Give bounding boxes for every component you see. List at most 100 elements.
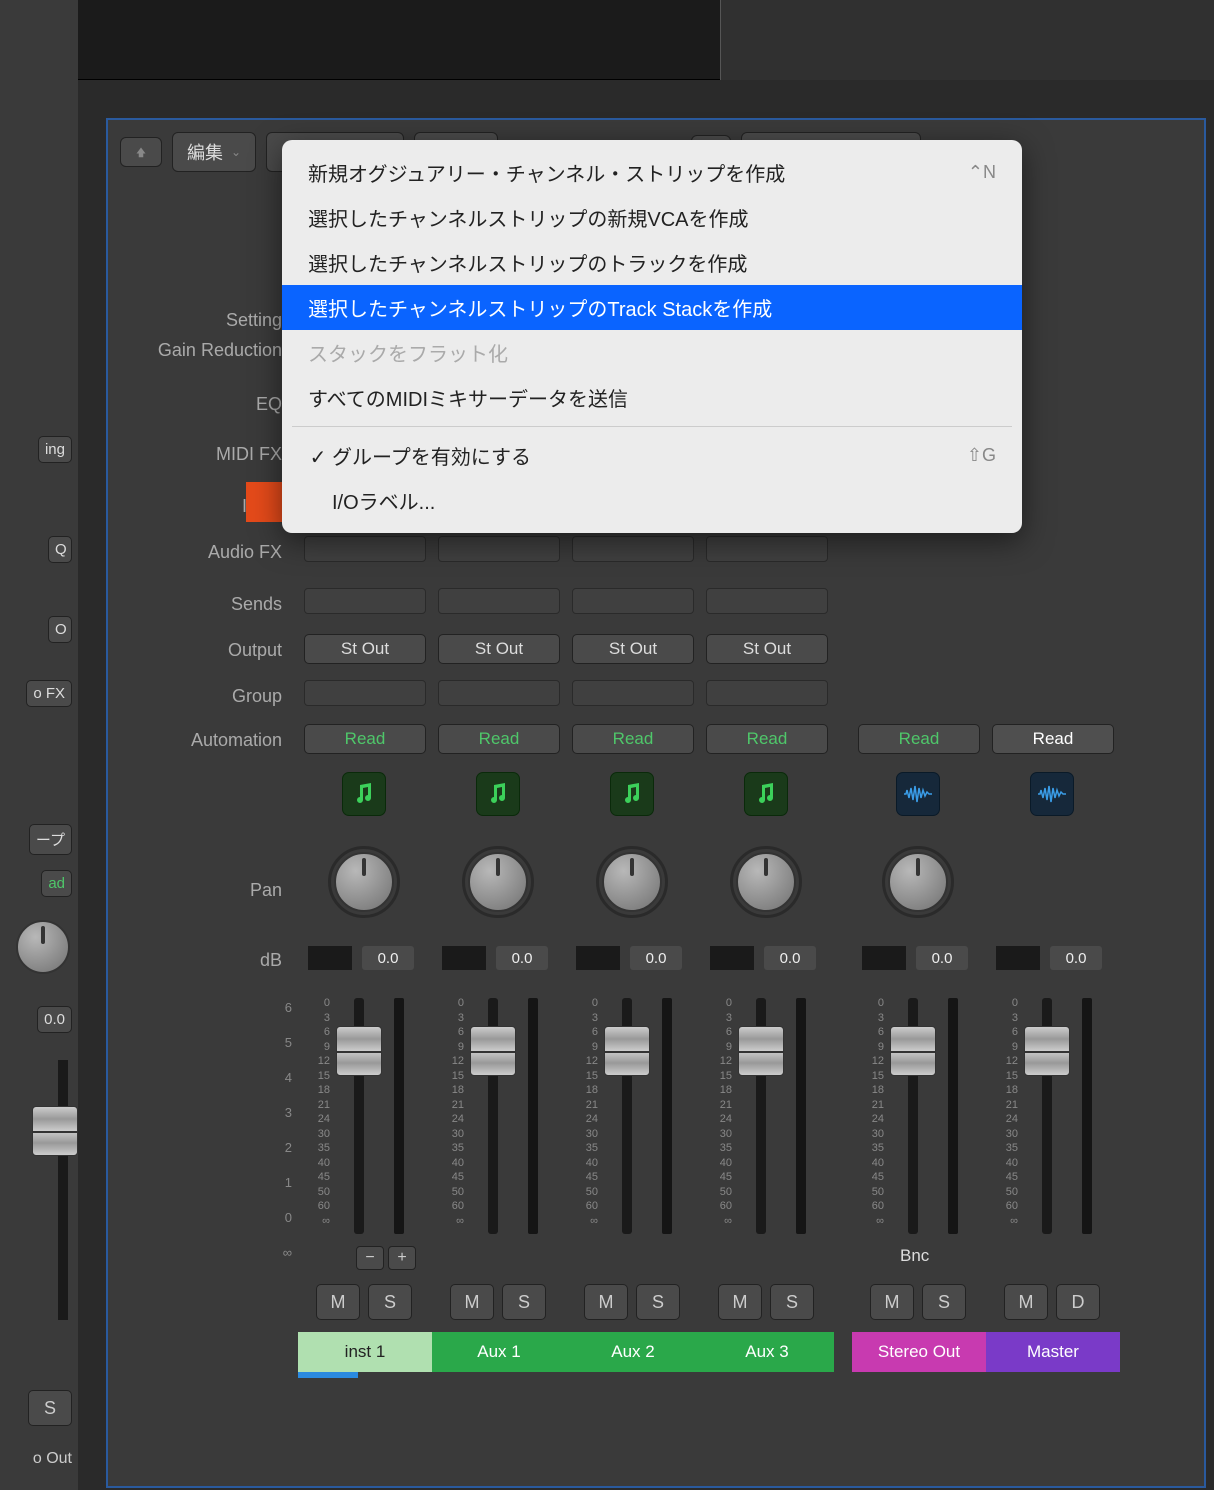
automation-mode-button[interactable]: Read xyxy=(438,724,560,754)
pan-knob[interactable] xyxy=(468,852,528,912)
pan-knob[interactable] xyxy=(602,852,662,912)
solo-button[interactable]: S xyxy=(368,1284,412,1320)
mute-button[interactable]: M xyxy=(1004,1284,1048,1320)
peak-meter xyxy=(862,946,906,970)
menu-item-create-track[interactable]: 選択したチャンネルストリップのトラックを作成 xyxy=(282,240,1022,285)
menu-item-flatten-stack: スタックをフラット化 xyxy=(282,330,1022,375)
level-meter xyxy=(1082,998,1092,1234)
group-slot[interactable] xyxy=(706,680,828,706)
empty-slot[interactable] xyxy=(706,536,828,562)
minus-button[interactable]: − xyxy=(356,1246,384,1270)
db-value[interactable]: 0.0 xyxy=(764,946,816,970)
plus-button[interactable]: + xyxy=(388,1246,416,1270)
pan-knob[interactable] xyxy=(888,852,948,912)
group-slot[interactable] xyxy=(572,680,694,706)
music-note-icon[interactable] xyxy=(476,772,520,816)
waveform-icon[interactable] xyxy=(896,772,940,816)
channel-name[interactable]: Aux 1 xyxy=(432,1332,566,1372)
mute-button[interactable]: M xyxy=(870,1284,914,1320)
level-meter xyxy=(796,998,806,1234)
empty-slot[interactable] xyxy=(572,588,694,614)
fader-cap[interactable] xyxy=(604,1026,650,1076)
channel-name[interactable]: Aux 3 xyxy=(700,1332,834,1372)
options-dropdown-menu: 新規オグジュアリー・チャンネル・ストリップを作成⌃N 選択したチャンネルストリッ… xyxy=(282,140,1022,533)
db-value[interactable]: 0.0 xyxy=(362,946,414,970)
pan-knob[interactable] xyxy=(334,852,394,912)
bounce-button[interactable]: Bnc xyxy=(900,1246,929,1266)
menu-item-io-labels[interactable]: I/Oラベル... xyxy=(282,478,1022,523)
pan-knob[interactable] xyxy=(736,852,796,912)
back-up-button[interactable] xyxy=(120,137,162,167)
sliver-fader-cap[interactable] xyxy=(32,1106,78,1156)
label-automation: Automation xyxy=(191,730,292,751)
fader-cap[interactable] xyxy=(336,1026,382,1076)
empty-slot[interactable] xyxy=(572,536,694,562)
menu-separator xyxy=(292,426,1012,427)
automation-mode-button[interactable]: Read xyxy=(992,724,1114,754)
automation-mode-button[interactable]: Read xyxy=(858,724,980,754)
channel-name[interactable]: Aux 2 xyxy=(566,1332,700,1372)
db-value[interactable]: 0.0 xyxy=(1050,946,1102,970)
group-slot[interactable] xyxy=(304,680,426,706)
peak-meter xyxy=(576,946,620,970)
sliver-label: ing xyxy=(38,436,72,463)
empty-slot[interactable] xyxy=(706,588,828,614)
shortcut-label: ⌃N xyxy=(968,162,996,183)
menu-item-send-midi[interactable]: すべてのMIDIミキサーデータを送信 xyxy=(282,375,1022,420)
fader-scale: 03691215182124303540455060∞ xyxy=(702,996,732,1228)
mute-button[interactable]: M xyxy=(316,1284,360,1320)
fader-cap[interactable] xyxy=(470,1026,516,1076)
db-value[interactable]: 0.0 xyxy=(916,946,968,970)
sliver-fader-track[interactable] xyxy=(58,1060,68,1320)
fader-cap[interactable] xyxy=(738,1026,784,1076)
level-meter xyxy=(662,998,672,1234)
label-gain-reduction: Gain Reduction xyxy=(158,340,292,361)
edit-menu-button[interactable]: 編集⌄ xyxy=(172,132,256,172)
shortcut-label: ⇧G xyxy=(967,445,996,466)
automation-mode-button[interactable]: Read xyxy=(572,724,694,754)
menu-item-new-aux[interactable]: 新規オグジュアリー・チャンネル・ストリップを作成⌃N xyxy=(282,150,1022,195)
sliver-read: ad xyxy=(41,870,72,897)
empty-slot[interactable] xyxy=(304,536,426,562)
empty-slot[interactable] xyxy=(438,536,560,562)
music-note-icon[interactable] xyxy=(744,772,788,816)
channel-name[interactable]: Stereo Out xyxy=(852,1332,986,1372)
solo-button[interactable]: S xyxy=(770,1284,814,1320)
db-value[interactable]: 0.0 xyxy=(496,946,548,970)
waveform-icon[interactable] xyxy=(1030,772,1074,816)
automation-mode-button[interactable]: Read xyxy=(706,724,828,754)
automation-mode-button[interactable]: Read xyxy=(304,724,426,754)
sliver-knob[interactable] xyxy=(16,920,70,974)
solo-button[interactable]: S xyxy=(636,1284,680,1320)
solo-button[interactable]: S xyxy=(922,1284,966,1320)
sliver-solo-button[interactable]: S xyxy=(28,1390,72,1426)
output-button[interactable]: St Out xyxy=(438,634,560,664)
db-value[interactable]: 0.0 xyxy=(630,946,682,970)
music-note-icon[interactable] xyxy=(610,772,654,816)
empty-slot[interactable] xyxy=(438,588,560,614)
menu-item-enable-groups[interactable]: ✓グループを有効にする ⇧G xyxy=(282,433,1022,478)
music-note-icon[interactable] xyxy=(342,772,386,816)
channel-name[interactable]: inst 1 xyxy=(298,1332,432,1372)
mute-button[interactable]: M xyxy=(584,1284,628,1320)
fader-scale: 03691215182124303540455060∞ xyxy=(300,996,330,1228)
menu-item-new-vca[interactable]: 選択したチャンネルストリップの新規VCAを作成 xyxy=(282,195,1022,240)
chevron-down-icon: ⌄ xyxy=(231,145,241,159)
empty-slot[interactable] xyxy=(304,588,426,614)
solo-button[interactable]: S xyxy=(502,1284,546,1320)
menu-item-create-track-stack[interactable]: 選択したチャンネルストリップのTrack Stackを作成 xyxy=(282,285,1022,330)
channel-name[interactable]: Master xyxy=(986,1332,1120,1372)
left-cropped-panel: ing Q O o FX ープ ad 0.0 S o Out xyxy=(0,0,78,1490)
dim-button[interactable]: D xyxy=(1056,1284,1100,1320)
output-button[interactable]: St Out xyxy=(572,634,694,664)
mute-button[interactable]: M xyxy=(450,1284,494,1320)
fader-cap[interactable] xyxy=(1024,1026,1070,1076)
output-button[interactable]: St Out xyxy=(706,634,828,664)
fader-cap[interactable] xyxy=(890,1026,936,1076)
level-meter xyxy=(948,998,958,1234)
mute-button[interactable]: M xyxy=(718,1284,762,1320)
peak-meter xyxy=(710,946,754,970)
label-db: dB xyxy=(260,950,292,971)
output-button[interactable]: St Out xyxy=(304,634,426,664)
group-slot[interactable] xyxy=(438,680,560,706)
